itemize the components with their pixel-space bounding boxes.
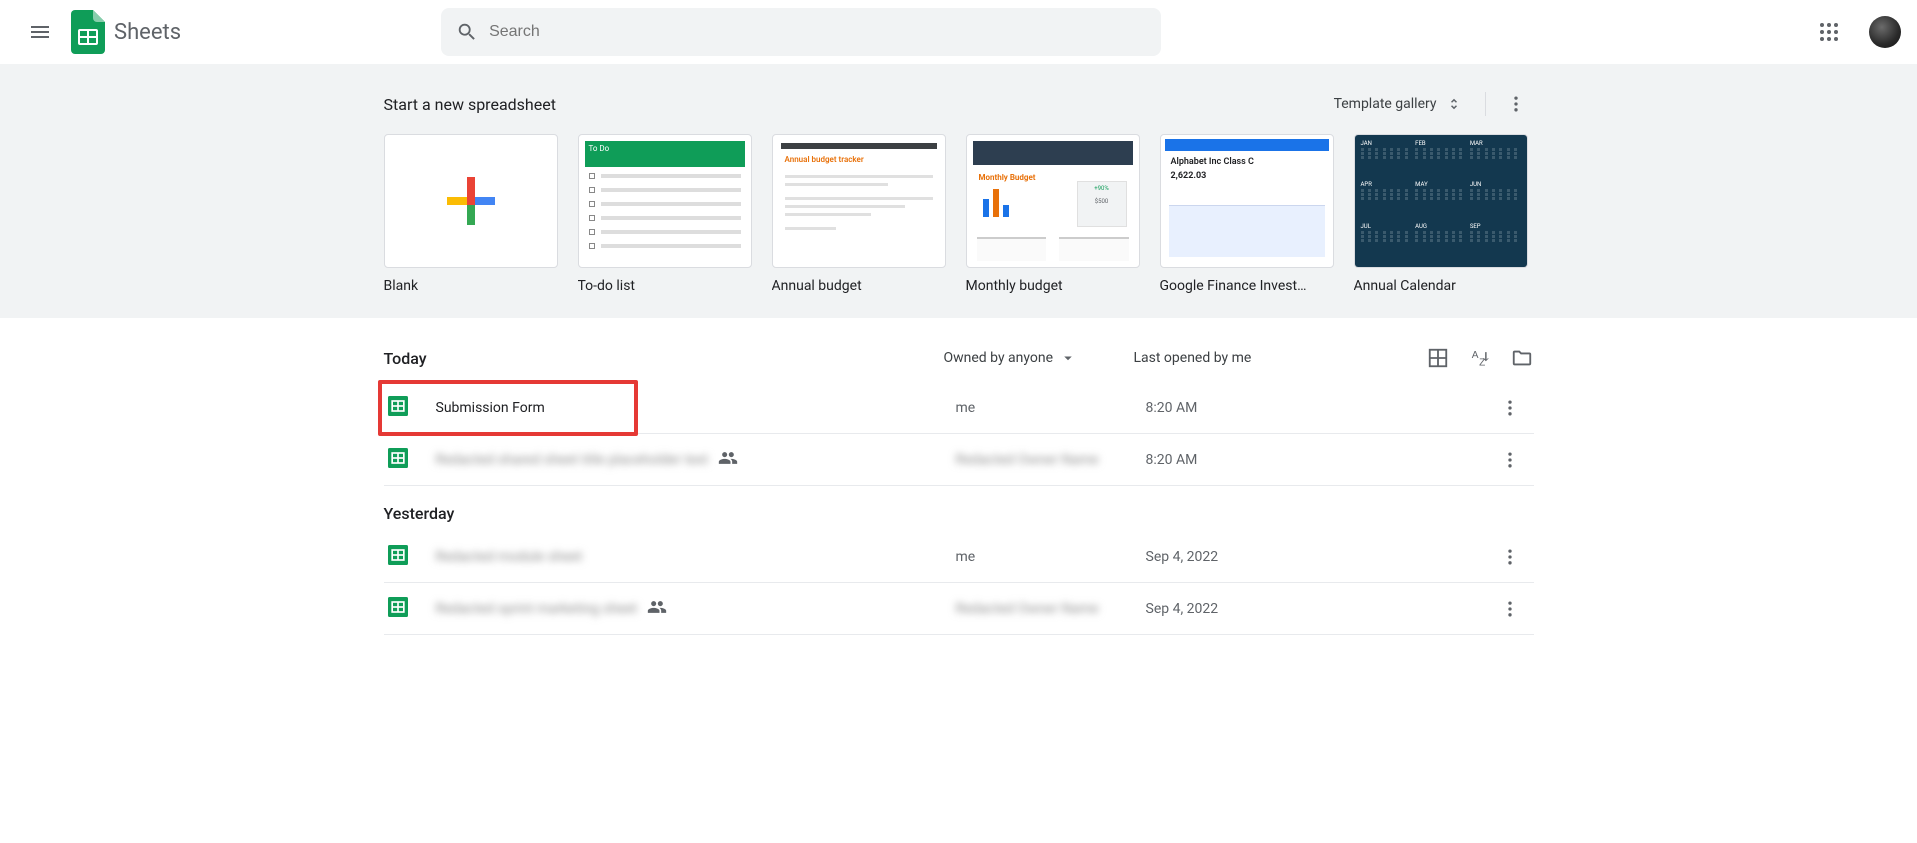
file-owner: Redacted Owner Name bbox=[956, 452, 1146, 468]
file-date: Sep 4, 2022 bbox=[1146, 549, 1490, 565]
shared-icon bbox=[647, 597, 667, 621]
file-row-wrap: Redacted sprint marketing sheetRedacted … bbox=[384, 583, 1534, 635]
template-monthly-budget[interactable]: Monthly Budget +90%$500 Monthly budget bbox=[966, 134, 1140, 294]
app-header: Sheets bbox=[0, 0, 1917, 64]
more-vert-icon bbox=[1506, 94, 1526, 114]
open-file-picker-button[interactable] bbox=[1510, 346, 1534, 370]
templates-header: Start a new spreadsheet Template gallery bbox=[384, 84, 1534, 124]
file-owner: me bbox=[956, 400, 1146, 416]
sheets-file-icon bbox=[388, 545, 412, 569]
dropdown-arrow-icon bbox=[1059, 349, 1077, 367]
templates-section: Start a new spreadsheet Template gallery… bbox=[0, 64, 1917, 318]
template-label: Google Finance Invest… bbox=[1160, 278, 1334, 294]
sheets-logo-icon bbox=[68, 12, 108, 52]
owned-by-filter[interactable]: Owned by anyone bbox=[944, 349, 1134, 367]
google-apps-button[interactable] bbox=[1805, 8, 1853, 56]
file-row-wrap: Submission Formme8:20 AM bbox=[384, 382, 1534, 434]
template-todo-thumb: To Do bbox=[578, 134, 752, 268]
sort-az-icon: AZ bbox=[1469, 347, 1491, 369]
templates-row: Blank To Do To-do list bbox=[384, 134, 1534, 294]
template-label: Annual Calendar bbox=[1354, 278, 1528, 294]
template-annual-calendar[interactable]: JAN FEB MAR APR MAY JUN JUL AUG SEP Annu… bbox=[1354, 134, 1528, 294]
apps-grid-icon bbox=[1819, 22, 1839, 42]
template-label: Blank bbox=[384, 278, 558, 294]
sheets-file-icon bbox=[388, 597, 412, 621]
template-gallery-button[interactable]: Template gallery bbox=[1324, 89, 1473, 119]
unfold-icon bbox=[1445, 95, 1463, 113]
template-monthly-budget-thumb: Monthly Budget +90%$500 bbox=[966, 134, 1140, 268]
header-right bbox=[1805, 8, 1901, 56]
file-row[interactable]: Redacted shared sheet title placeholder … bbox=[384, 434, 1534, 486]
owned-by-label: Owned by anyone bbox=[944, 350, 1054, 366]
file-row[interactable]: Submission Formme8:20 AM bbox=[384, 382, 1534, 434]
file-name: Submission Form bbox=[436, 400, 956, 416]
search-icon bbox=[447, 12, 487, 52]
account-avatar[interactable] bbox=[1869, 16, 1901, 48]
template-label: Annual budget bbox=[772, 278, 946, 294]
template-label: Monthly budget bbox=[966, 278, 1140, 294]
separator bbox=[1485, 92, 1486, 116]
sheets-logo[interactable]: Sheets bbox=[68, 12, 181, 52]
file-name: Redacted module sheet bbox=[436, 549, 956, 565]
file-date: 8:20 AM bbox=[1146, 452, 1490, 468]
template-gallery-label: Template gallery bbox=[1334, 96, 1437, 112]
template-blank[interactable]: Blank bbox=[384, 134, 558, 294]
template-finance-thumb: Alphabet Inc Class C 2,622.03 bbox=[1160, 134, 1334, 268]
templates-title: Start a new spreadsheet bbox=[384, 95, 556, 114]
shared-icon bbox=[718, 448, 738, 472]
file-name: Redacted sprint marketing sheet bbox=[436, 597, 956, 621]
template-google-finance[interactable]: Alphabet Inc Class C 2,622.03 Google Fin… bbox=[1160, 134, 1334, 294]
template-calendar-thumb: JAN FEB MAR APR MAY JUN JUL AUG SEP bbox=[1354, 134, 1528, 268]
templates-more-button[interactable] bbox=[1498, 86, 1534, 122]
sheets-file-icon bbox=[388, 396, 412, 420]
hamburger-icon bbox=[28, 20, 52, 44]
view-actions: AZ bbox=[1426, 346, 1534, 370]
sort-label[interactable]: Last opened by me bbox=[1134, 350, 1364, 366]
file-more-button[interactable] bbox=[1490, 599, 1530, 619]
file-row-wrap: Redacted shared sheet title placeholder … bbox=[384, 434, 1534, 486]
search-bar[interactable] bbox=[441, 8, 1161, 56]
file-name: Redacted shared sheet title placeholder … bbox=[436, 448, 956, 472]
sort-options-button[interactable]: AZ bbox=[1468, 346, 1492, 370]
files-header: Today Owned by anyone Last opened by me … bbox=[384, 334, 1534, 382]
file-row[interactable]: Redacted sprint marketing sheetRedacted … bbox=[384, 583, 1534, 635]
file-more-button[interactable] bbox=[1490, 450, 1530, 470]
sheets-file-icon bbox=[388, 448, 412, 472]
file-owner: Redacted Owner Name bbox=[956, 601, 1146, 617]
template-label: To-do list bbox=[578, 278, 752, 294]
template-annual-budget[interactable]: Annual budget tracker Annual budget bbox=[772, 134, 946, 294]
template-annual-budget-thumb: Annual budget tracker bbox=[772, 134, 946, 268]
file-owner: me bbox=[956, 549, 1146, 565]
search-input[interactable] bbox=[487, 22, 1155, 42]
files-group-heading: Yesterday bbox=[384, 486, 1534, 531]
app-title: Sheets bbox=[114, 20, 181, 45]
file-row-wrap: Redacted module sheetmeSep 4, 2022 bbox=[384, 531, 1534, 583]
files-list: Submission Formme8:20 AMRedacted shared … bbox=[384, 382, 1534, 635]
files-heading-today: Today bbox=[384, 349, 944, 368]
file-date: 8:20 AM bbox=[1146, 400, 1490, 416]
svg-text:A: A bbox=[1471, 350, 1478, 361]
file-date: Sep 4, 2022 bbox=[1146, 601, 1490, 617]
grid-icon bbox=[1427, 347, 1449, 369]
template-todo[interactable]: To Do To-do list bbox=[578, 134, 752, 294]
grid-view-button[interactable] bbox=[1426, 346, 1450, 370]
file-row[interactable]: Redacted module sheetmeSep 4, 2022 bbox=[384, 531, 1534, 583]
main-menu-button[interactable] bbox=[16, 8, 64, 56]
file-more-button[interactable] bbox=[1490, 398, 1530, 418]
folder-icon bbox=[1511, 347, 1533, 369]
template-blank-thumb bbox=[384, 134, 558, 268]
file-more-button[interactable] bbox=[1490, 547, 1530, 567]
files-section: Today Owned by anyone Last opened by me … bbox=[0, 318, 1917, 675]
